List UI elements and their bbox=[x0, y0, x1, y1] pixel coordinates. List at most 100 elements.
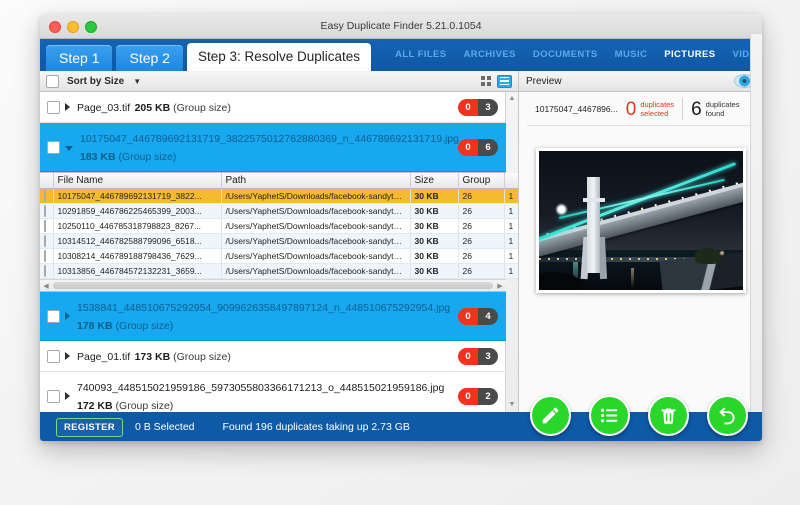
group-size-value: 178 KB bbox=[77, 320, 113, 332]
category-tabs: ALL FILES ARCHIVES DOCUMENTS MUSIC PICTU… bbox=[395, 38, 762, 71]
list-button[interactable] bbox=[589, 395, 630, 436]
group-row[interactable]: 740093_448515021959186_59730558033661712… bbox=[40, 372, 506, 412]
trash-icon bbox=[658, 405, 679, 426]
expand-arrow-icon[interactable] bbox=[65, 312, 70, 320]
water-reflection-2 bbox=[631, 268, 634, 288]
table-row[interactable]: 10313856_446784572132231_3659... /Users/… bbox=[40, 264, 518, 279]
table-row[interactable]: 10314512_446782588799096_6518... /Users/… bbox=[40, 234, 518, 249]
group-file-name: 10175047_446789692131719_382257501276288… bbox=[80, 133, 459, 145]
step-tab-3[interactable]: Step 3: Resolve Duplicates bbox=[187, 43, 371, 71]
header-file-name[interactable]: File Name bbox=[53, 173, 221, 189]
edit-button[interactable] bbox=[530, 395, 571, 436]
row-checkbox-cell[interactable] bbox=[40, 249, 53, 264]
group-checkbox[interactable] bbox=[47, 101, 60, 114]
group-checkbox[interactable] bbox=[47, 310, 60, 323]
cell-extra: 1 bbox=[504, 204, 518, 219]
preview-image-area bbox=[519, 126, 762, 412]
selected-count: 0 bbox=[458, 388, 478, 405]
scroll-thumb[interactable] bbox=[53, 282, 493, 289]
count-badge: 0 3 bbox=[458, 99, 498, 116]
tab-music[interactable]: MUSIC bbox=[615, 49, 648, 60]
tab-all-files[interactable]: ALL FILES bbox=[395, 49, 446, 60]
tab-pictures[interactable]: PICTURES bbox=[664, 49, 715, 60]
cell-file-name: 10313856_446784572132231_3659... bbox=[53, 264, 221, 279]
selected-size-text: 0 B Selected bbox=[135, 421, 195, 433]
row-checkbox-cell[interactable] bbox=[40, 219, 53, 234]
table-row[interactable]: 10250110_446785318798823_8267... /Users/… bbox=[40, 219, 518, 234]
duplicates-found-count: 6 bbox=[691, 100, 702, 119]
step-tabs: Step 1 Step 2 Step 3: Resolve Duplicates bbox=[40, 39, 375, 71]
header-group[interactable]: Group bbox=[458, 173, 504, 189]
total-count: 3 bbox=[478, 348, 498, 365]
found-duplicates-text: Found 196 duplicates taking up 2.73 GB bbox=[223, 421, 410, 433]
row-checkbox-cell[interactable] bbox=[40, 234, 53, 249]
group-info: 10175047_446789692131719_382257501276288… bbox=[80, 129, 450, 165]
close-button[interactable] bbox=[49, 21, 61, 33]
cell-size: 30 KB bbox=[410, 219, 458, 234]
group-checkbox[interactable] bbox=[47, 390, 60, 403]
undo-button[interactable] bbox=[707, 395, 748, 436]
row-checkbox[interactable] bbox=[44, 220, 46, 232]
select-all-checkbox[interactable] bbox=[46, 75, 59, 88]
delete-button[interactable] bbox=[648, 395, 689, 436]
collapse-arrow-icon[interactable] bbox=[65, 146, 73, 151]
grid-view-icon[interactable] bbox=[481, 76, 491, 86]
scroll-down-arrow-icon[interactable]: ▼ bbox=[508, 401, 516, 409]
group-size-line: 173 KB (Group size) bbox=[135, 351, 231, 363]
maximize-button[interactable] bbox=[85, 21, 97, 33]
row-checkbox[interactable] bbox=[44, 205, 46, 217]
step-tab-2[interactable]: Step 2 bbox=[116, 45, 182, 71]
chevron-down-icon[interactable]: ▼ bbox=[133, 77, 141, 86]
group-checkbox[interactable] bbox=[47, 141, 60, 154]
list-view-icon[interactable] bbox=[497, 75, 512, 88]
expand-arrow-icon[interactable] bbox=[65, 392, 70, 400]
cell-group: 26 bbox=[458, 204, 504, 219]
row-checkbox-cell[interactable] bbox=[40, 189, 53, 204]
cell-file-name: 10250110_446785318798823_8267... bbox=[53, 219, 221, 234]
scroll-left-arrow-icon[interactable]: ◀ bbox=[42, 282, 50, 290]
preview-scrollbar[interactable] bbox=[750, 34, 762, 441]
tab-archives[interactable]: ARCHIVES bbox=[464, 49, 516, 60]
expand-arrow-icon[interactable] bbox=[65, 103, 70, 111]
table-row[interactable]: 10175047_446789692131719_3822... /Users/… bbox=[40, 189, 518, 204]
cell-file-name: 10175047_446789692131719_3822... bbox=[53, 189, 221, 204]
header-extra-col bbox=[504, 173, 518, 189]
cell-extra: 1 bbox=[504, 249, 518, 264]
table-row[interactable]: 10291859_446786225465399_2003... /Users/… bbox=[40, 204, 518, 219]
group-row[interactable]: Page_01.tif 173 KB (Group size) 0 3 bbox=[40, 341, 506, 372]
row-checkbox[interactable] bbox=[44, 235, 46, 247]
group-size-value: 205 KB bbox=[135, 102, 171, 114]
tab-documents[interactable]: DOCUMENTS bbox=[533, 49, 598, 60]
label-line-2: selected bbox=[640, 109, 674, 118]
cell-path: /Users/YaphetS/Downloads/facebook-sandyt… bbox=[221, 234, 410, 249]
duplicates-selected-count: 0 bbox=[626, 100, 637, 119]
sort-toolbar: Sort by Size ▼ bbox=[40, 71, 518, 92]
cell-size: 30 KB bbox=[410, 234, 458, 249]
application-window: Easy Duplicate Finder 5.21.0.1054 Step 1… bbox=[40, 14, 762, 441]
scroll-right-arrow-icon[interactable]: ▶ bbox=[496, 282, 504, 290]
group-row[interactable]: 10175047_446789692131719_382257501276288… bbox=[40, 123, 506, 172]
group-row[interactable]: 1538841_448510675292954_9099626358497897… bbox=[40, 292, 506, 341]
row-checkbox-cell[interactable] bbox=[40, 264, 53, 279]
preview-header: Preview bbox=[519, 71, 762, 92]
group-checkbox[interactable] bbox=[47, 350, 60, 363]
register-button[interactable]: REGISTER bbox=[56, 418, 123, 437]
table-row[interactable]: 10308214_446789188798436_7629... /Users/… bbox=[40, 249, 518, 264]
row-checkbox[interactable] bbox=[44, 250, 46, 262]
row-checkbox[interactable] bbox=[44, 265, 46, 277]
header-path[interactable]: Path bbox=[221, 173, 410, 189]
step-tab-1[interactable]: Step 1 bbox=[46, 45, 112, 71]
row-checkbox[interactable] bbox=[44, 190, 46, 202]
scroll-up-arrow-icon[interactable]: ▲ bbox=[508, 95, 516, 103]
row-checkbox-cell[interactable] bbox=[40, 204, 53, 219]
group-row[interactable]: Page_03.tif 205 KB (Group size) 0 3 bbox=[40, 92, 506, 123]
horizontal-scrollbar[interactable]: ◀ ▶ bbox=[40, 279, 506, 291]
sort-label[interactable]: Sort by Size bbox=[67, 76, 124, 87]
header-size[interactable]: Size bbox=[410, 173, 458, 189]
minimize-button[interactable] bbox=[67, 21, 79, 33]
total-count: 4 bbox=[478, 308, 498, 325]
total-count: 2 bbox=[478, 388, 498, 405]
expand-arrow-icon[interactable] bbox=[65, 352, 70, 360]
window-controls[interactable] bbox=[49, 21, 97, 33]
cell-size: 30 KB bbox=[410, 264, 458, 279]
